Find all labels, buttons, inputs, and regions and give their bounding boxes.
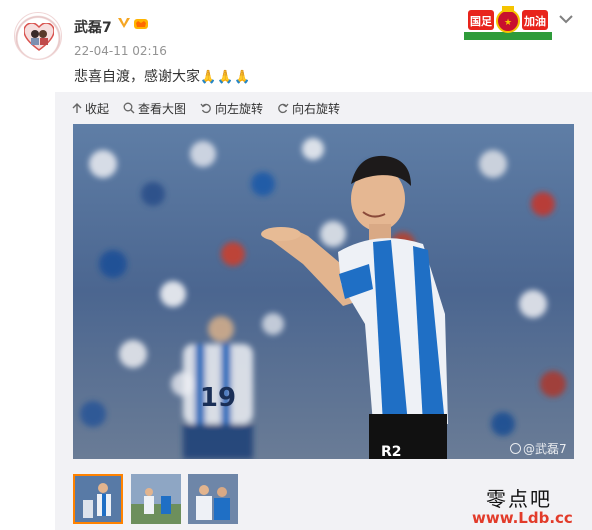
photo-watermark: @武磊7: [510, 440, 567, 457]
rotate-right-label: 向右旋转: [292, 101, 341, 116]
thumbnail-2[interactable]: [131, 474, 181, 524]
collapse-button[interactable]: 收起: [72, 100, 109, 117]
view-large-label: 查看大图: [138, 101, 187, 116]
member-crown-icon[interactable]: [133, 17, 149, 30]
collapse-arrow-icon: [72, 102, 82, 113]
shirt-sponsor: R2: [381, 444, 402, 459]
svg-text:★: ★: [504, 18, 512, 28]
svg-text:加油: 加油: [523, 14, 546, 28]
view-large-button[interactable]: 查看大图: [123, 100, 186, 117]
rotate-left-icon: [200, 103, 211, 114]
author-name[interactable]: 武磊7: [74, 17, 112, 37]
shirt-number: 19: [200, 383, 236, 413]
collapse-label: 收起: [85, 101, 110, 116]
image-toolbar: 收起 查看大图 向左旋转 向右旋转: [72, 99, 354, 117]
heart-frame-icon: [24, 23, 54, 51]
thumbnail-3-image: [188, 474, 238, 524]
thumbnail-3[interactable]: [188, 474, 238, 524]
watermark-text: @武磊7: [523, 442, 567, 456]
avatar[interactable]: [14, 12, 62, 60]
zoom-icon: [123, 102, 135, 114]
rotate-right-button[interactable]: 向右旋转: [277, 100, 340, 117]
post-text: 悲喜自渡，感谢大家🙏🙏🙏: [74, 66, 252, 86]
weibo-logo-icon: [510, 443, 521, 454]
chevron-down-icon[interactable]: [559, 14, 573, 24]
prayer-emoji: 🙏🙏🙏: [200, 70, 252, 85]
rotate-left-label: 向左旋转: [215, 101, 264, 116]
thumbnail-1[interactable]: [73, 474, 123, 524]
rotate-left-button[interactable]: 向左旋转: [200, 100, 263, 117]
post-timestamp[interactable]: 22-04-11 02:16: [74, 44, 167, 58]
main-photo[interactable]: 19 R2: [73, 124, 574, 459]
verified-icon: [118, 18, 130, 28]
svg-text:国足: 国足: [470, 15, 493, 28]
thumbnail-2-image: [131, 474, 181, 524]
thumbnail-1-image: [75, 476, 121, 522]
site-url: www.Ldb.cc: [472, 509, 573, 527]
team-support-banner[interactable]: 国足 加油 ★: [464, 6, 552, 40]
site-name: 零点吧: [486, 487, 552, 511]
photo-football-player: 19 R2: [73, 124, 574, 459]
post-text-content: 悲喜自渡，感谢大家: [74, 69, 200, 85]
rotate-right-icon: [278, 103, 289, 114]
